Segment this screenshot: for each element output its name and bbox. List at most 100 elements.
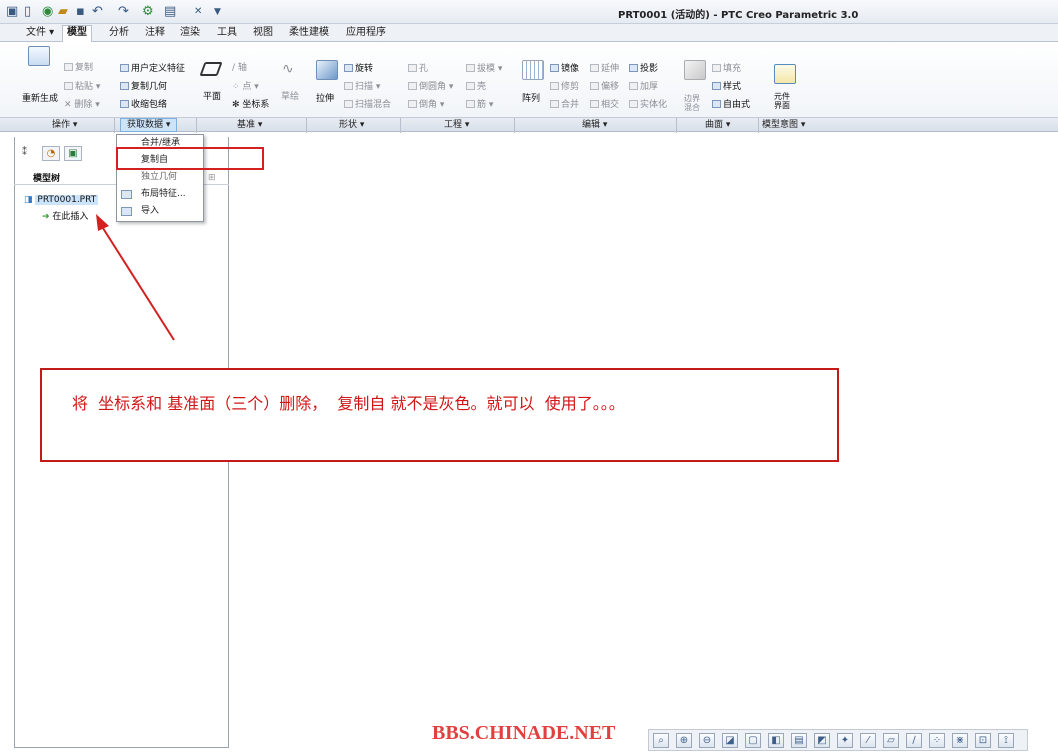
regenerate-button[interactable]: 重新生成 [22,94,58,105]
spin-center-icon[interactable]: ∕ [906,733,922,748]
windows-icon[interactable]: ▤ [164,5,176,19]
revolve-button[interactable]: 旋转 [344,64,373,75]
customize-icon[interactable]: ▼ [214,5,221,19]
thicken-button[interactable]: 加厚 [629,82,658,93]
menu-item-layout-feature[interactable]: 布局特征... [117,186,203,203]
group-editing[interactable]: 编辑 ▾ [582,119,607,131]
tab-applications[interactable]: 应用程序 [342,26,390,42]
zoom-in-icon[interactable]: ⊕ [676,733,692,748]
extrude-button[interactable]: 拉伸 [316,94,334,105]
group-datum[interactable]: 基准 ▾ [237,119,262,131]
app-menu-icon[interactable]: ▣ [6,5,18,19]
tab-tools[interactable]: 工具 [213,26,241,42]
sweep-icon [344,82,353,90]
tab-analysis[interactable]: 分析 [105,26,133,42]
paste-button[interactable]: 粘贴 ▾ [64,82,100,93]
pattern-button[interactable]: 阵列 [522,94,540,105]
plane-display-icon[interactable]: ◩ [814,733,830,748]
axis-button[interactable]: / 轴 [232,63,247,74]
copy-button[interactable]: 复制 [64,63,93,74]
axis-display-icon[interactable]: ✦ [837,733,853,748]
tab-annotate[interactable]: 注释 [141,26,169,42]
close-icon[interactable]: ✕ [194,5,202,19]
hole-button[interactable]: 孔 [408,64,428,75]
sweep-button[interactable]: 扫描 ▾ [344,82,380,93]
tree-settings-icon[interactable]: ⁑ [22,147,27,158]
saved-views-icon[interactable]: ▢ [745,733,761,748]
csys-display-icon[interactable]: ▱ [883,733,899,748]
group-operations[interactable]: 操作 ▾ [52,119,77,131]
intersect-button[interactable]: 相交 [590,100,619,111]
mirror-button[interactable]: 镜像 [550,64,579,75]
tree-item-root[interactable]: ◨ PRT0001.PRT [24,194,99,207]
group-surfaces[interactable]: 曲面 ▾ [705,119,730,131]
group-shapes[interactable]: 形状 ▾ [339,119,364,131]
undo-icon[interactable]: ↶ [92,5,103,19]
shell-button[interactable]: 壳 [466,82,486,93]
zoom-out-icon[interactable]: ⊖ [699,733,715,748]
draft-button[interactable]: 拔模 ▾ [466,64,502,75]
trim-button[interactable]: 修剪 [550,82,579,93]
orient-icon[interactable]: ⊡ [975,733,991,748]
view-manager-icon[interactable]: ▤ [791,733,807,748]
plane-button[interactable]: 平面 [203,92,221,103]
solidify-button[interactable]: 实体化 [629,100,667,111]
extrude-icon[interactable] [316,60,338,80]
project-button[interactable]: 投影 [629,64,658,75]
rib-button[interactable]: 筋 ▾ [466,100,493,111]
boundary-blend-icon[interactable] [684,60,706,80]
tab-render[interactable]: 渲染 [176,26,204,42]
group-model-intent[interactable]: 模型意图 ▾ [762,119,805,131]
folder-icon[interactable]: ▰ [58,5,68,19]
plane-icon[interactable] [199,62,223,76]
chamfer-button[interactable]: 倒角 ▾ [408,100,444,111]
display-style-icon[interactable]: ◧ [768,733,784,748]
tab-model[interactable]: 模型 [62,25,92,42]
regenerate-icon[interactable] [28,46,50,66]
merge-button[interactable]: 合并 [550,100,579,111]
tab-view[interactable]: 视图 [249,26,277,42]
tree-item-insert-here[interactable]: ➔ 在此插入 [42,212,88,223]
section-icon[interactable]: ⟟ [998,733,1014,748]
udf-button[interactable]: 用户定义特征 [120,64,185,75]
extend-button[interactable]: 延伸 [590,64,619,75]
csys-button[interactable]: ✻ 坐标系 [232,100,269,111]
new-icon[interactable]: ▯ [24,5,31,19]
pattern-icon[interactable] [522,60,544,80]
delete-button[interactable]: ✕ 删除 ▾ [64,100,100,111]
tab-flexible-modeling[interactable]: 柔性建模 [285,26,333,42]
tree-filter-icon[interactable]: ⊞ [208,173,216,183]
freestyle-button[interactable]: 自由式 [712,100,750,111]
regenerate-icon[interactable]: ⚙ [142,5,154,19]
perspective-icon[interactable]: ⋇ [952,733,968,748]
insert-here-label: 在此插入 [52,212,89,222]
boundary-blend-button[interactable]: 边界混合 [684,94,706,112]
fill-button[interactable]: 填充 [712,64,741,75]
component-interface-icon[interactable] [774,64,796,84]
swept-blend-button[interactable]: 扫描混合 [344,100,391,111]
annotation-display-icon[interactable]: ⁘ [929,733,945,748]
menu-item-import[interactable]: 导入 [117,203,203,220]
component-interface-button[interactable]: 元件界面 [774,92,796,110]
sketch-icon[interactable]: ∿ [282,62,294,76]
offset-button[interactable]: 偏移 [590,82,619,93]
redo-icon[interactable]: ↷ [118,5,129,19]
folder-browser-tab-icon[interactable]: ◔ [42,146,60,161]
tab-file[interactable]: 文件 ▾ [22,26,58,42]
graphics-toolbar: ⌕ ⊕ ⊖ ◪ ▢ ◧ ▤ ◩ ✦ ⁄ ▱ ∕ ⁘ ⋇ ⊡ ⟟ [648,729,1028,751]
menu-item-independent-geometry[interactable]: 独立几何 [117,169,203,186]
save-icon[interactable]: ▪ [76,5,85,19]
shrinkwrap-button[interactable]: 收缩包络 [120,100,167,111]
repaint-icon[interactable]: ◪ [722,733,738,748]
refit-icon[interactable]: ⌕ [653,733,669,748]
point-display-icon[interactable]: ⁄ [860,733,876,748]
favorites-tab-icon[interactable]: ▣ [64,146,82,161]
copy-geometry-button[interactable]: 复制几何 [120,82,167,93]
open-icon[interactable]: ◉ [42,5,53,19]
round-button[interactable]: 倒圆角 ▾ [408,82,453,93]
group-engineering[interactable]: 工程 ▾ [444,119,469,131]
style-button[interactable]: 样式 [712,82,741,93]
group-get-data[interactable]: 获取数据 ▾ [120,118,178,132]
point-button[interactable]: ⁘ 点 ▾ [232,82,259,93]
sketch-button[interactable]: 草绘 [281,92,299,103]
